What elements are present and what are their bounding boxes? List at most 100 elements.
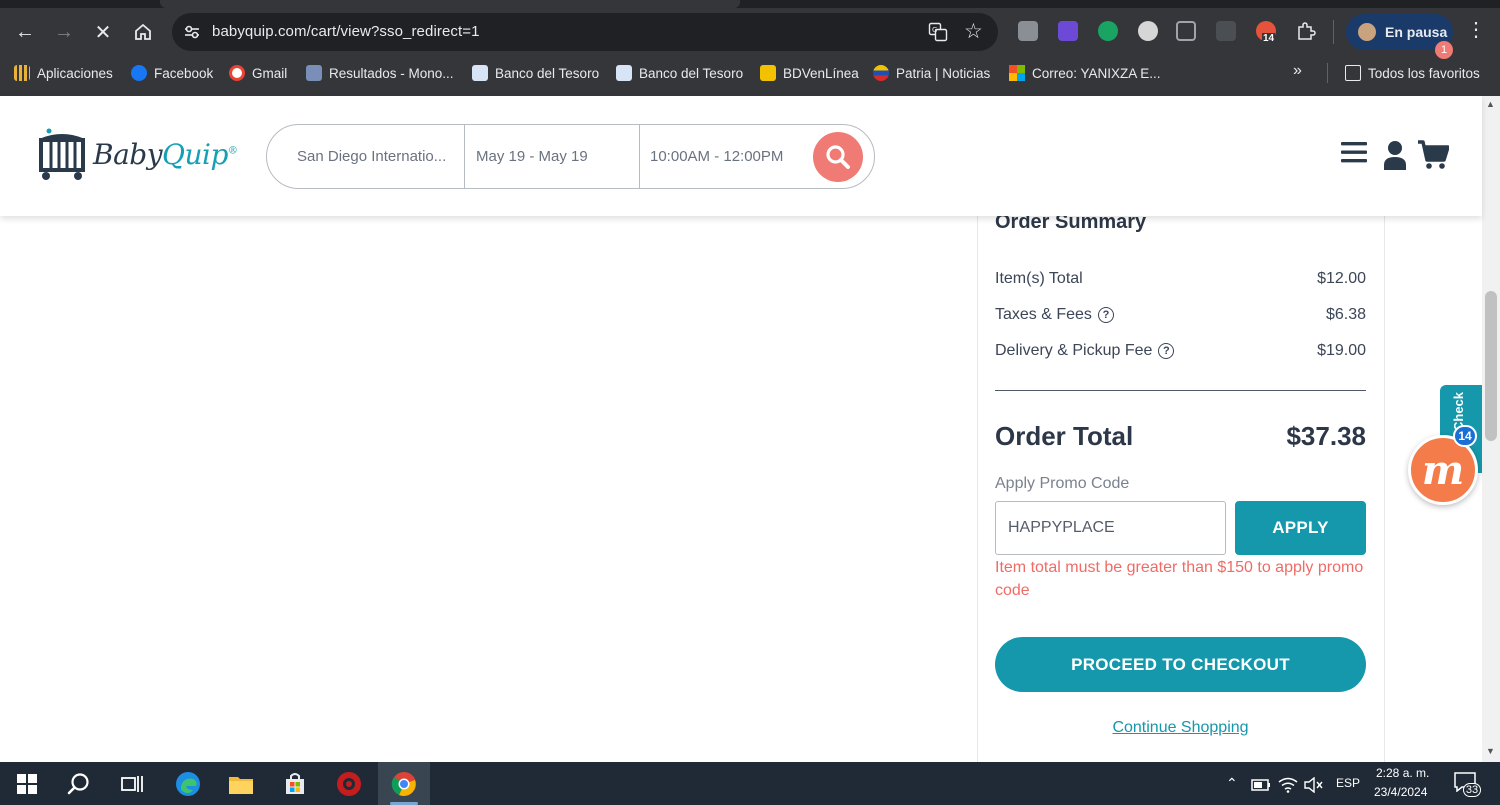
apps-grid-icon — [14, 65, 30, 81]
active-tab[interactable] — [160, 0, 740, 8]
bookmark-label: Facebook — [154, 65, 214, 81]
crib-icon — [39, 128, 85, 180]
bank-icon — [616, 65, 632, 81]
red-app-icon[interactable] — [336, 771, 362, 797]
location-field[interactable]: San Diego Internatio... — [297, 125, 462, 188]
bookmark-label: Patria | Noticias — [896, 65, 991, 81]
microsoft-store-icon[interactable] — [282, 771, 308, 797]
scroll-up-icon[interactable]: ▲ — [1486, 99, 1495, 109]
url-text[interactable]: babyquip.com/cart/view?sso_redirect=1 — [212, 23, 480, 40]
bookmark-apps[interactable]: Aplicaciones — [14, 62, 113, 84]
tray-chevron-icon[interactable]: ⌃ — [1226, 775, 1238, 792]
all-bookmarks-label: Todos los favoritos — [1368, 65, 1480, 81]
forward-icon[interactable]: → — [48, 16, 80, 48]
search-divider — [639, 125, 640, 188]
bookmark-patria[interactable]: Patria | Noticias — [873, 62, 990, 84]
chrome-icon[interactable] — [391, 771, 417, 797]
scroll-thumb[interactable] — [1485, 291, 1497, 441]
search-button[interactable] — [813, 132, 863, 182]
bookmark-label: BDVenLínea — [783, 65, 859, 81]
extension-robot-icon[interactable] — [1216, 21, 1236, 41]
input-language[interactable]: ESP — [1336, 776, 1360, 790]
hamburger-menu-icon[interactable] — [1340, 138, 1368, 171]
extensions-puzzle-icon[interactable] — [1296, 21, 1316, 41]
patria-icon — [873, 65, 889, 81]
help-question-icon[interactable]: ? — [1158, 343, 1175, 359]
time-field[interactable]: 10:00AM - 12:00PM — [650, 125, 805, 188]
bookmark-banco-tesoro-1[interactable]: Banco del Tesoro — [472, 62, 599, 84]
browser-menu-icon[interactable]: ⋮ — [1466, 20, 1486, 40]
profile-status: En pausa — [1385, 24, 1448, 40]
bookmark-label: Resultados - Mono... — [329, 65, 454, 81]
logo-baby: Baby — [93, 137, 163, 171]
bdv-icon — [760, 65, 776, 81]
search-icon — [826, 145, 850, 169]
bookmark-correo[interactable]: Correo: YANIXZA E... — [1009, 62, 1161, 84]
bookmark-bdvenlinea[interactable]: BDVenLínea — [760, 62, 859, 84]
time-value: 10:00AM - 12:00PM — [650, 148, 784, 165]
bookmark-resultados[interactable]: Resultados - Mono... — [306, 62, 454, 84]
bookmark-label: Gmail — [252, 65, 288, 81]
results-icon — [306, 65, 322, 81]
babyquip-logo[interactable]: BabyQuip® — [37, 126, 238, 182]
order-total-value: $37.38 — [1286, 421, 1366, 451]
translate-icon[interactable]: G — [928, 22, 948, 42]
summary-divider — [995, 390, 1366, 391]
delivery-fee-label: Delivery & Pickup Fee ? — [995, 342, 1175, 360]
extension-a-icon[interactable] — [1058, 21, 1078, 41]
home-icon[interactable] — [127, 16, 159, 48]
proceed-to-checkout-button[interactable]: PROCEED TO CHECKOUT — [995, 637, 1366, 692]
extension-grammarly-icon[interactable] — [1098, 21, 1118, 41]
google-icon — [229, 65, 245, 81]
bookmark-facebook[interactable]: Facebook — [131, 62, 213, 84]
volume-muted-icon[interactable] — [1302, 772, 1324, 798]
back-icon[interactable]: ← — [9, 16, 41, 48]
order-total-label: Order Total — [995, 421, 1134, 451]
page-scrollbar[interactable]: ▲ ▼ — [1482, 96, 1500, 762]
bookmark-label: Banco del Tesoro — [495, 65, 600, 81]
promo-code-input[interactable]: HAPPYPLACE — [995, 501, 1226, 555]
more-bookmarks-icon[interactable]: » — [1293, 62, 1302, 80]
user-account-icon[interactable] — [1383, 140, 1407, 175]
address-bar[interactable]: babyquip.com/cart/view?sso_redirect=1 G … — [172, 13, 998, 51]
stop-loading-icon[interactable]: ✕ — [87, 16, 119, 48]
site-info-icon[interactable] — [182, 22, 202, 42]
avatar — [1356, 21, 1378, 43]
extension-k-icon[interactable] — [1018, 21, 1038, 41]
items-total-text: Item(s) Total — [995, 270, 1083, 287]
scroll-down-icon[interactable]: ▼ — [1486, 746, 1495, 756]
bookmark-star-icon[interactable]: ☆ — [964, 19, 983, 44]
all-bookmarks[interactable]: Todos los favoritos — [1345, 62, 1480, 84]
search-bar: San Diego Internatio... May 19 - May 19 … — [266, 124, 875, 189]
help-question-icon[interactable]: ? — [1097, 307, 1114, 323]
taxes-fees-text: Taxes & Fees — [995, 306, 1092, 323]
outlook-icon — [1009, 65, 1025, 81]
wifi-icon[interactable] — [1277, 772, 1299, 798]
battery-icon[interactable] — [1250, 772, 1272, 798]
clock-time[interactable]: 2:28 a. m. — [1376, 766, 1429, 780]
dates-field[interactable]: May 19 - May 19 — [476, 125, 636, 188]
extension-circle-icon[interactable] — [1138, 21, 1158, 41]
bookmark-label: Banco del Tesoro — [639, 65, 744, 81]
cart-count-badge: 1 — [1435, 41, 1453, 59]
promo-error-message: Item total must be greater than $150 to … — [995, 559, 1364, 599]
file-explorer-icon[interactable] — [228, 771, 254, 797]
toolbar-divider — [1333, 20, 1334, 44]
task-view-icon[interactable] — [119, 771, 145, 797]
clock-date[interactable]: 23/4/2024 — [1374, 785, 1427, 799]
extension-stack-icon[interactable] — [1176, 21, 1196, 41]
chat-widget-letter: m — [1421, 446, 1465, 494]
continue-shopping-link[interactable]: Continue Shopping — [995, 719, 1366, 737]
search-taskbar-icon[interactable] — [66, 771, 92, 797]
extension-badge-count: 14 — [1262, 33, 1276, 44]
promo-code-label: Apply Promo Code — [995, 475, 1130, 492]
windows-start-icon[interactable] — [14, 771, 40, 797]
location-value: San Diego Internatio... — [297, 148, 447, 165]
delivery-fee-text: Delivery & Pickup Fee — [995, 342, 1153, 359]
bookmark-gmail[interactable]: Gmail — [229, 62, 287, 84]
edge-browser-icon[interactable] — [175, 771, 201, 797]
apply-promo-button[interactable]: APPLY — [1235, 501, 1366, 555]
site-header: BabyQuip® San Diego Internatio... May 19… — [0, 96, 1482, 216]
bookmark-banco-tesoro-2[interactable]: Banco del Tesoro — [616, 62, 743, 84]
cart-icon[interactable] — [1417, 140, 1450, 175]
